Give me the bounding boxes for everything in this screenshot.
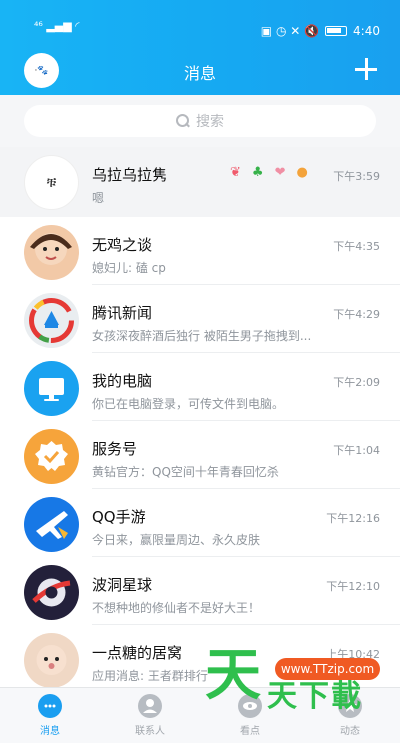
tab-kandian[interactable]: 看点 xyxy=(200,688,300,743)
game-plane-icon xyxy=(36,511,68,539)
battery-icon xyxy=(325,26,348,36)
tencent-news-icon xyxy=(29,298,74,343)
search-area: 搜索 xyxy=(0,95,400,147)
conversation-message: 黄钻官方：QQ空间十年青春回忆杀 xyxy=(92,465,279,479)
avatar xyxy=(24,429,79,484)
status-bar: ⁴⁶ ▂▄▆ ◜ ▣ ◷ ✕ 🔇 4:40 xyxy=(0,0,400,39)
conversation-row[interactable]: 我的电脑 你已在电脑登录，可传文件到电脑。 下午2:09 xyxy=(0,353,400,421)
conversation-time: 下午12:10 xyxy=(326,580,380,593)
search-placeholder: 搜索 xyxy=(196,114,224,130)
planet-icon xyxy=(32,578,71,607)
search-icon xyxy=(176,114,190,128)
conversation-time: 下午3:59 xyxy=(333,170,380,183)
conversation-row[interactable]: 腾讯新闻 女孩深夜醉酒后独行 被陌生男子拖拽到... 下午4:29 xyxy=(0,285,400,353)
tab-messages[interactable]: 消息 xyxy=(0,688,100,743)
eye-icon xyxy=(238,694,262,718)
badge-heart-icon: ❦ xyxy=(230,165,241,180)
tab-feed[interactable]: 动态 xyxy=(300,688,400,743)
conversation-name: 一点糖的居窝 xyxy=(92,644,183,662)
person-icon xyxy=(138,694,162,718)
page-title: 消息 xyxy=(183,64,216,83)
conversation-name: 波洞星球 xyxy=(92,576,153,594)
avatar xyxy=(24,497,79,552)
tab-label: 看点 xyxy=(240,726,260,737)
chat-bubble-icon xyxy=(38,694,62,718)
service-badge-icon xyxy=(35,441,68,471)
conversation-name: 腾讯新闻 xyxy=(92,304,153,322)
conversation-row[interactable]: 服务号 黄钻官方：QQ空间十年青春回忆杀 下午1:04 xyxy=(0,421,400,489)
add-icon[interactable] xyxy=(354,57,378,81)
conversation-name: 服务号 xyxy=(92,440,138,458)
avatar xyxy=(24,225,79,280)
tab-label: 动态 xyxy=(340,726,360,737)
avatar xyxy=(24,361,79,416)
conversation-message: 不想种地的修仙者不是好大王！ xyxy=(92,601,261,615)
search-input[interactable]: 搜索 xyxy=(24,105,376,137)
baby-photo-icon xyxy=(36,645,67,675)
conversation-message: 媳妇儿: 磕 cp xyxy=(92,261,166,275)
conversation-name: QQ手游 xyxy=(92,508,146,526)
conversation-time: 下午1:04 xyxy=(333,444,380,457)
conversation-time: 下午4:29 xyxy=(333,308,380,321)
conversation-time: 上午10:42 xyxy=(326,648,380,661)
tab-label: 联系人 xyxy=(135,726,165,737)
conversation-name: 无鸡之谈 xyxy=(92,236,153,254)
conversation-name: 乌拉乌拉隽 xyxy=(92,166,168,184)
computer-icon xyxy=(39,378,64,401)
conversation-name: 我的电脑 xyxy=(92,372,153,390)
conversation-row[interactable]: QQ手游 今日来，赢限量周边、永久皮肤 下午12:16 xyxy=(0,489,400,557)
conversation-row[interactable]: 一点糖的居窝 应用消息: 王者群排行 上午10:42 xyxy=(0,625,400,693)
conversation-message: 嗯 xyxy=(92,191,105,205)
status-right: ▣ ◷ ✕ 🔇 4:40 xyxy=(261,24,380,38)
avatar xyxy=(24,565,79,620)
signal-indicators: ⁴⁶ ▂▄▆ ◜ xyxy=(34,20,79,33)
avatar xyxy=(24,293,79,348)
badge-love-icon: ❤ xyxy=(274,165,286,180)
child-photo-icon xyxy=(30,233,72,265)
conversation-message: 你已在电脑登录，可传文件到电脑。 xyxy=(92,397,285,411)
clock: 4:40 xyxy=(353,24,380,38)
conversation-message: 应用消息: 王者群排行 xyxy=(92,669,208,683)
avatar: ቹ xyxy=(24,155,79,210)
conversation-time: 下午12:16 xyxy=(326,512,380,525)
badge-fire-icon: ● xyxy=(296,165,308,180)
bottom-nav: 消息 联系人 看点 动态 xyxy=(0,687,400,743)
conversation-list: ቹ 乌拉乌拉隽 ❦ ♣ ❤ ● 嗯 下午3:59 无鸡之谈 媳妇儿: 磕 cp … xyxy=(0,147,400,693)
conversation-row[interactable]: 波洞星球 不想种地的修仙者不是好大王！ 下午12:10 xyxy=(0,557,400,625)
avatar-glyph: ቹ xyxy=(46,174,57,191)
conversation-row[interactable]: 无鸡之谈 媳妇儿: 磕 cp 下午4:35 xyxy=(0,217,400,285)
status-icons: ▣ ◷ ✕ 🔇 xyxy=(260,24,320,38)
badge-group: ❦ ♣ ❤ ● xyxy=(230,165,308,180)
conversation-message: 女孩深夜醉酒后独行 被陌生男子拖拽到... xyxy=(92,329,312,343)
signal-icon: ⁴⁶ ▂▄▆ ◜ xyxy=(34,19,80,33)
badge-clover-icon: ♣ xyxy=(251,165,264,180)
conversation-row[interactable]: ቹ 乌拉乌拉隽 ❦ ♣ ❤ ● 嗯 下午3:59 xyxy=(0,147,400,217)
star-icon xyxy=(338,694,362,718)
conversation-time: 下午2:09 xyxy=(333,376,380,389)
tab-label: 消息 xyxy=(40,726,60,737)
conversation-message: 今日来，赢限量周边、永久皮肤 xyxy=(92,533,261,547)
avatar xyxy=(24,633,79,688)
title-bar: ⁴⁶ ▂▄▆ ◜ ▣ ◷ ✕ 🔇 4:40 ·🐾 消息 xyxy=(0,0,400,95)
conversation-time: 下午4:35 xyxy=(333,240,380,253)
tab-contacts[interactable]: 联系人 xyxy=(100,688,200,743)
